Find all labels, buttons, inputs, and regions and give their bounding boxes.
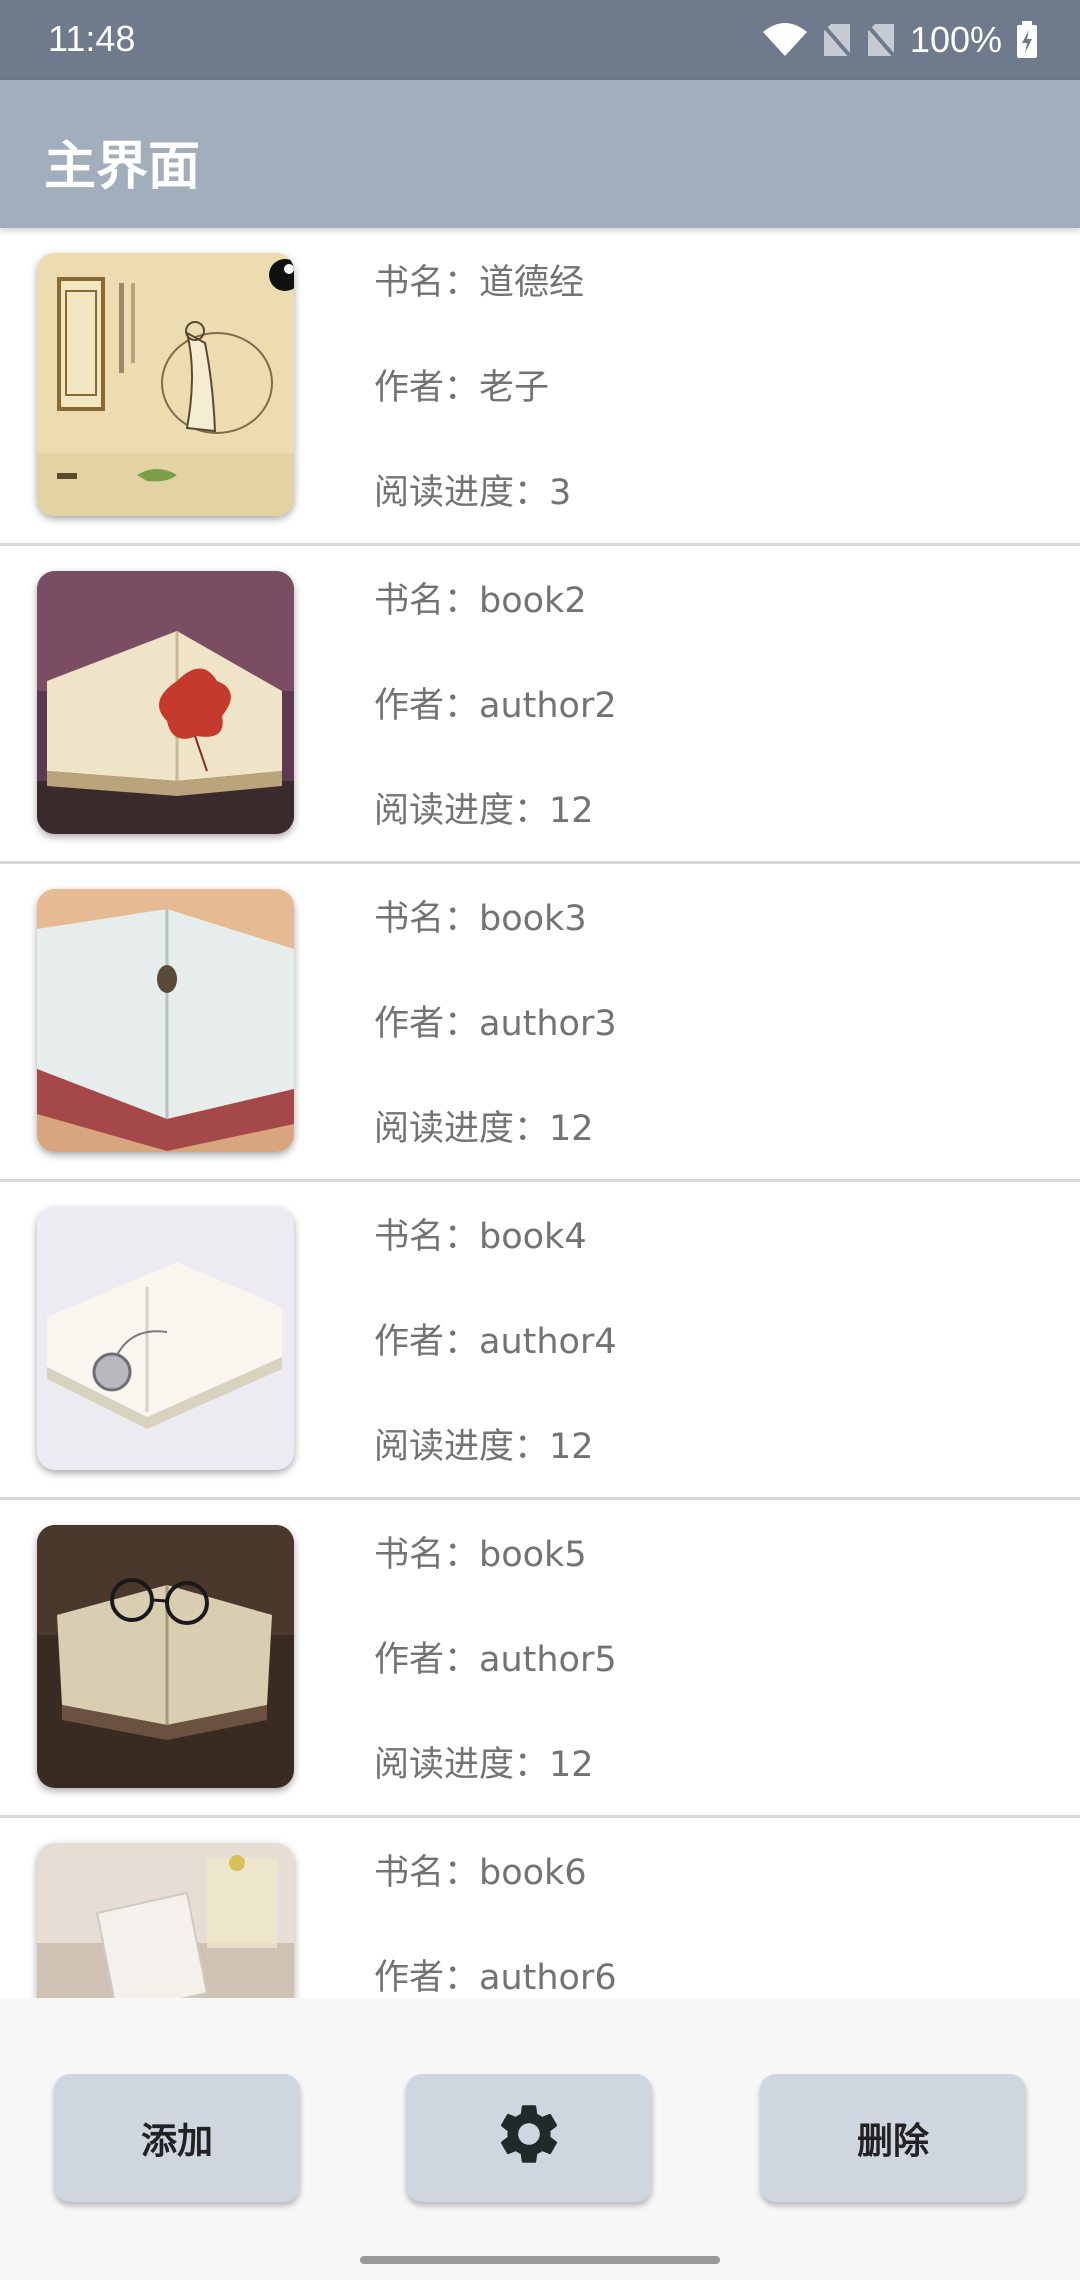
- battery-percent: 100%: [909, 19, 1002, 60]
- book-item[interactable]: 书名：book2 作者：author2 阅读进度：12: [0, 546, 1080, 864]
- page-title: 主界面: [44, 137, 201, 197]
- book-item[interactable]: 书名：book6 作者：author6: [0, 1818, 1080, 1998]
- book-progress: 阅读进度：12: [374, 1745, 594, 1785]
- book-item[interactable]: 书名：book4 作者：author4 阅读进度：12: [0, 1182, 1080, 1500]
- settings-button[interactable]: [406, 2074, 652, 2202]
- book-cover-image: [37, 571, 294, 834]
- book-item[interactable]: 书名：道德经 作者：老子 阅读进度：3: [0, 228, 1080, 546]
- book-cover-image: [37, 889, 294, 1152]
- book-cover-image: [37, 1525, 294, 1788]
- delete-button[interactable]: 删除: [760, 2074, 1026, 2202]
- book-progress: 阅读进度：3: [374, 473, 572, 513]
- book-author: 作者：author4: [374, 1322, 617, 1362]
- book-name: 书名：book5: [374, 1535, 587, 1575]
- book-author: 作者：老子: [374, 368, 550, 408]
- no-sim-icon: [822, 22, 852, 58]
- status-icons: 100%: [762, 18, 1038, 62]
- book-list[interactable]: 书名：道德经 作者：老子 阅读进度：3 书名：book2 作者：author2 …: [0, 228, 1080, 1998]
- book-name: 书名：book6: [374, 1853, 587, 1893]
- status-bar: 11:48 100%: [0, 0, 1080, 80]
- book-author: 作者：author3: [374, 1004, 617, 1044]
- add-button[interactable]: 添加: [54, 2074, 300, 2202]
- no-sim-icon: [866, 22, 896, 58]
- book-cover-image: [37, 253, 294, 516]
- book-author: 作者：author5: [374, 1640, 617, 1680]
- app-bar: 主界面: [0, 80, 1080, 228]
- status-time: 11:48: [48, 18, 136, 59]
- book-name: 书名：book2: [374, 581, 587, 621]
- book-cover-image: [37, 1207, 294, 1470]
- book-name: 书名：道德经: [374, 263, 585, 303]
- book-progress: 阅读进度：12: [374, 1427, 594, 1467]
- home-indicator[interactable]: [360, 2256, 720, 2264]
- book-item[interactable]: 书名：book3 作者：author3 阅读进度：12: [0, 864, 1080, 1182]
- book-name: 书名：book3: [374, 899, 587, 939]
- book-item[interactable]: 书名：book5 作者：author5 阅读进度：12: [0, 1500, 1080, 1818]
- battery-charging-icon: [1016, 21, 1038, 59]
- bottom-bar: 添加 删除: [0, 1998, 1080, 2280]
- book-author: 作者：author6: [374, 1958, 617, 1998]
- book-cover-image: [37, 1843, 294, 1998]
- book-progress: 阅读进度：12: [374, 1109, 594, 1149]
- book-author: 作者：author2: [374, 686, 617, 726]
- gear-icon: [493, 2098, 565, 2179]
- wifi-icon: [762, 22, 808, 58]
- book-name: 书名：book4: [374, 1217, 587, 1257]
- book-progress: 阅读进度：12: [374, 791, 594, 831]
